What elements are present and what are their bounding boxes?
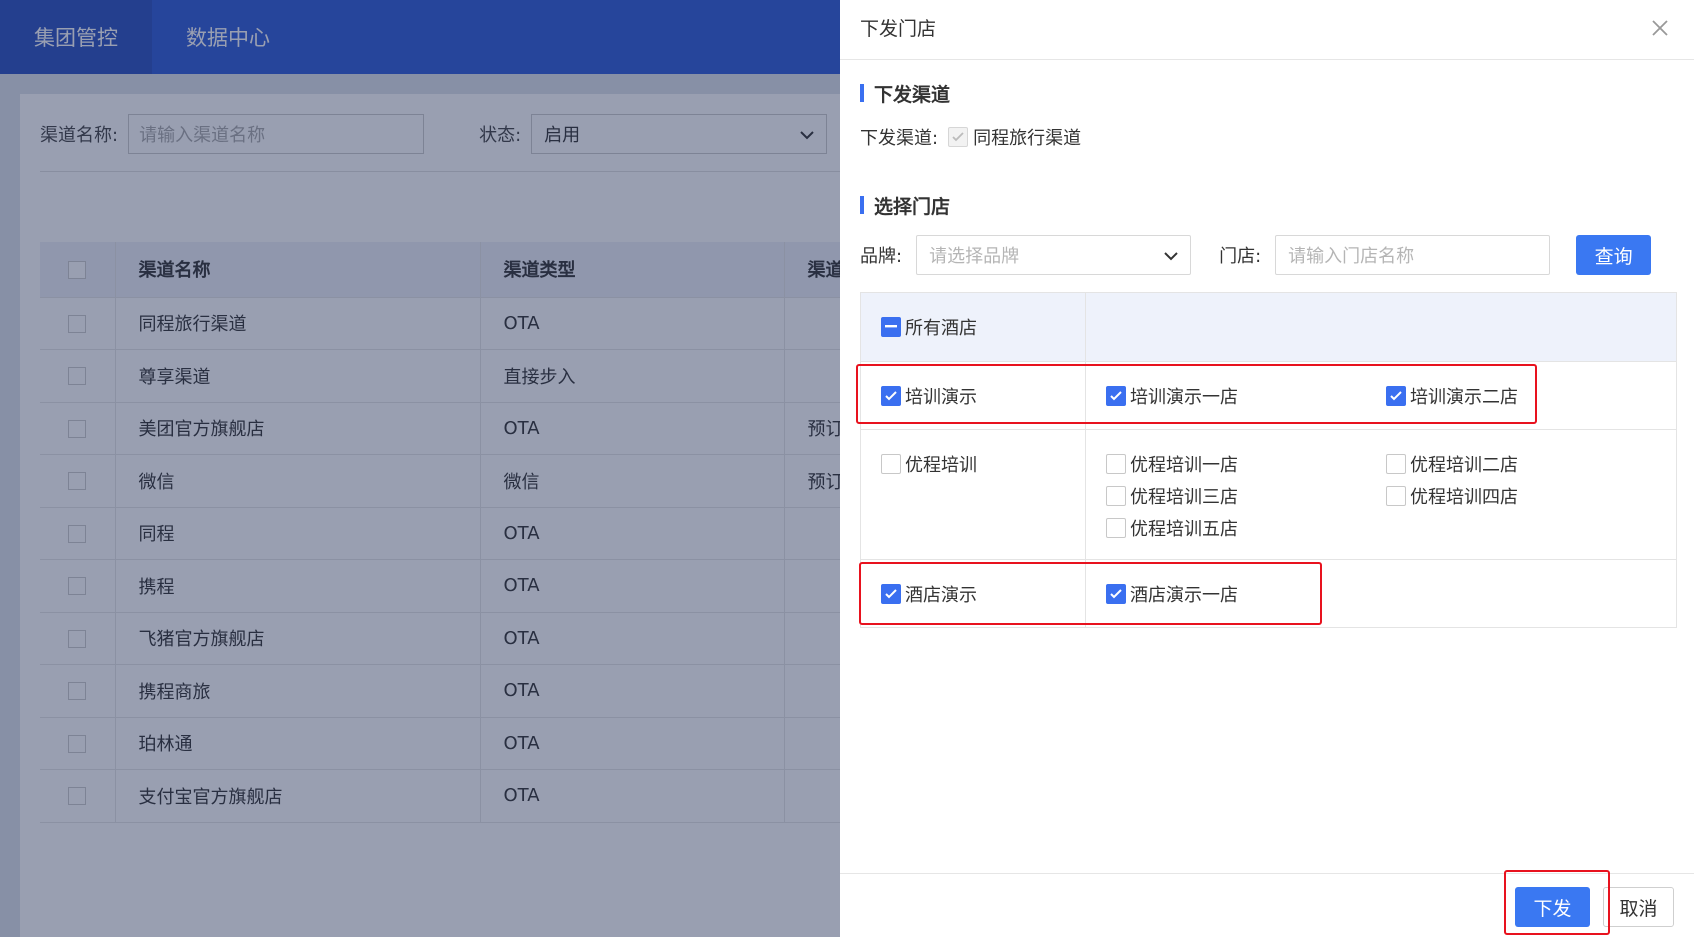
brand-row-youcheng-training: 优程培训 优程培训一店 优程培训二店 优程培训三店 优程培训四店 优程培训五店 <box>861 429 1676 559</box>
channel-label: 下发渠道: <box>860 128 939 149</box>
store-name-input[interactable]: 请输入门店名称 <box>1275 235 1551 275</box>
store-label: 优程培训五店 <box>1130 519 1238 540</box>
channel-checkbox-disabled <box>948 127 969 147</box>
query-button[interactable]: 查询 <box>1576 235 1652 275</box>
highlight-box-hotel-demo <box>859 562 1322 625</box>
unchecked-icon[interactable] <box>881 454 901 474</box>
brand-label: 品牌: <box>860 246 903 267</box>
drawer-title: 下发门店 <box>860 18 937 40</box>
cancel-button[interactable]: 取消 <box>1603 887 1674 927</box>
store-checkbox-item[interactable]: 优程培训五店 <box>1106 516 1386 540</box>
store-filter-bar: 品牌: 请选择品牌 门店: 请输入门店名称 查询 <box>860 235 1680 275</box>
indeterminate-icon[interactable] <box>881 317 901 337</box>
store-checkbox-item[interactable]: 优程培训二店 <box>1386 452 1666 476</box>
all-hotels-cell: 所有酒店 <box>861 293 1086 361</box>
channel-value: 同程旅行渠道 <box>973 128 1082 149</box>
store-label: 门店: <box>1219 246 1262 267</box>
unchecked-icon[interactable] <box>1106 454 1126 474</box>
store-checkbox-item[interactable]: 优程培训一店 <box>1106 452 1386 476</box>
highlight-box-training-demo <box>856 364 1537 424</box>
brand-placeholder: 请选择品牌 <box>929 246 1020 267</box>
store-checkbox-item[interactable]: 优程培训四店 <box>1386 484 1666 508</box>
close-icon[interactable] <box>1646 14 1674 42</box>
store-label: 优程培训三店 <box>1130 487 1238 508</box>
unchecked-icon[interactable] <box>1386 454 1406 474</box>
all-hotels-row: 所有酒店 <box>861 293 1676 361</box>
highlight-box-submit <box>1504 870 1610 935</box>
brand-select[interactable]: 请选择品牌 <box>916 235 1192 275</box>
dispatch-store-drawer: 下发门店 下发渠道 下发渠道: 同程旅行渠道 选择门店 品牌: 请选择品牌 门店… <box>840 0 1694 937</box>
store-label: 优程培训四店 <box>1410 487 1518 508</box>
channel-row: 下发渠道: 同程旅行渠道 <box>860 124 1081 150</box>
chevron-down-icon <box>1164 245 1178 266</box>
brand-label: 优程培训 <box>905 455 977 476</box>
modal-overlay[interactable] <box>0 0 840 937</box>
section-title-store: 选择门店 <box>860 192 950 219</box>
unchecked-icon[interactable] <box>1386 486 1406 506</box>
store-checkbox-item[interactable]: 优程培训三店 <box>1106 484 1386 508</box>
all-hotels-label: 所有酒店 <box>905 318 977 339</box>
section-title-channel: 下发渠道 <box>860 80 950 107</box>
store-label: 优程培训二店 <box>1410 455 1518 476</box>
all-hotels-checkbox-item[interactable]: 所有酒店 <box>881 315 1085 339</box>
brand-checkbox-item[interactable]: 优程培训 <box>881 452 1085 476</box>
store-label: 优程培训一店 <box>1130 455 1238 476</box>
unchecked-icon[interactable] <box>1106 486 1126 506</box>
drawer-header: 下发门店 <box>840 0 1694 60</box>
unchecked-icon[interactable] <box>1106 518 1126 538</box>
